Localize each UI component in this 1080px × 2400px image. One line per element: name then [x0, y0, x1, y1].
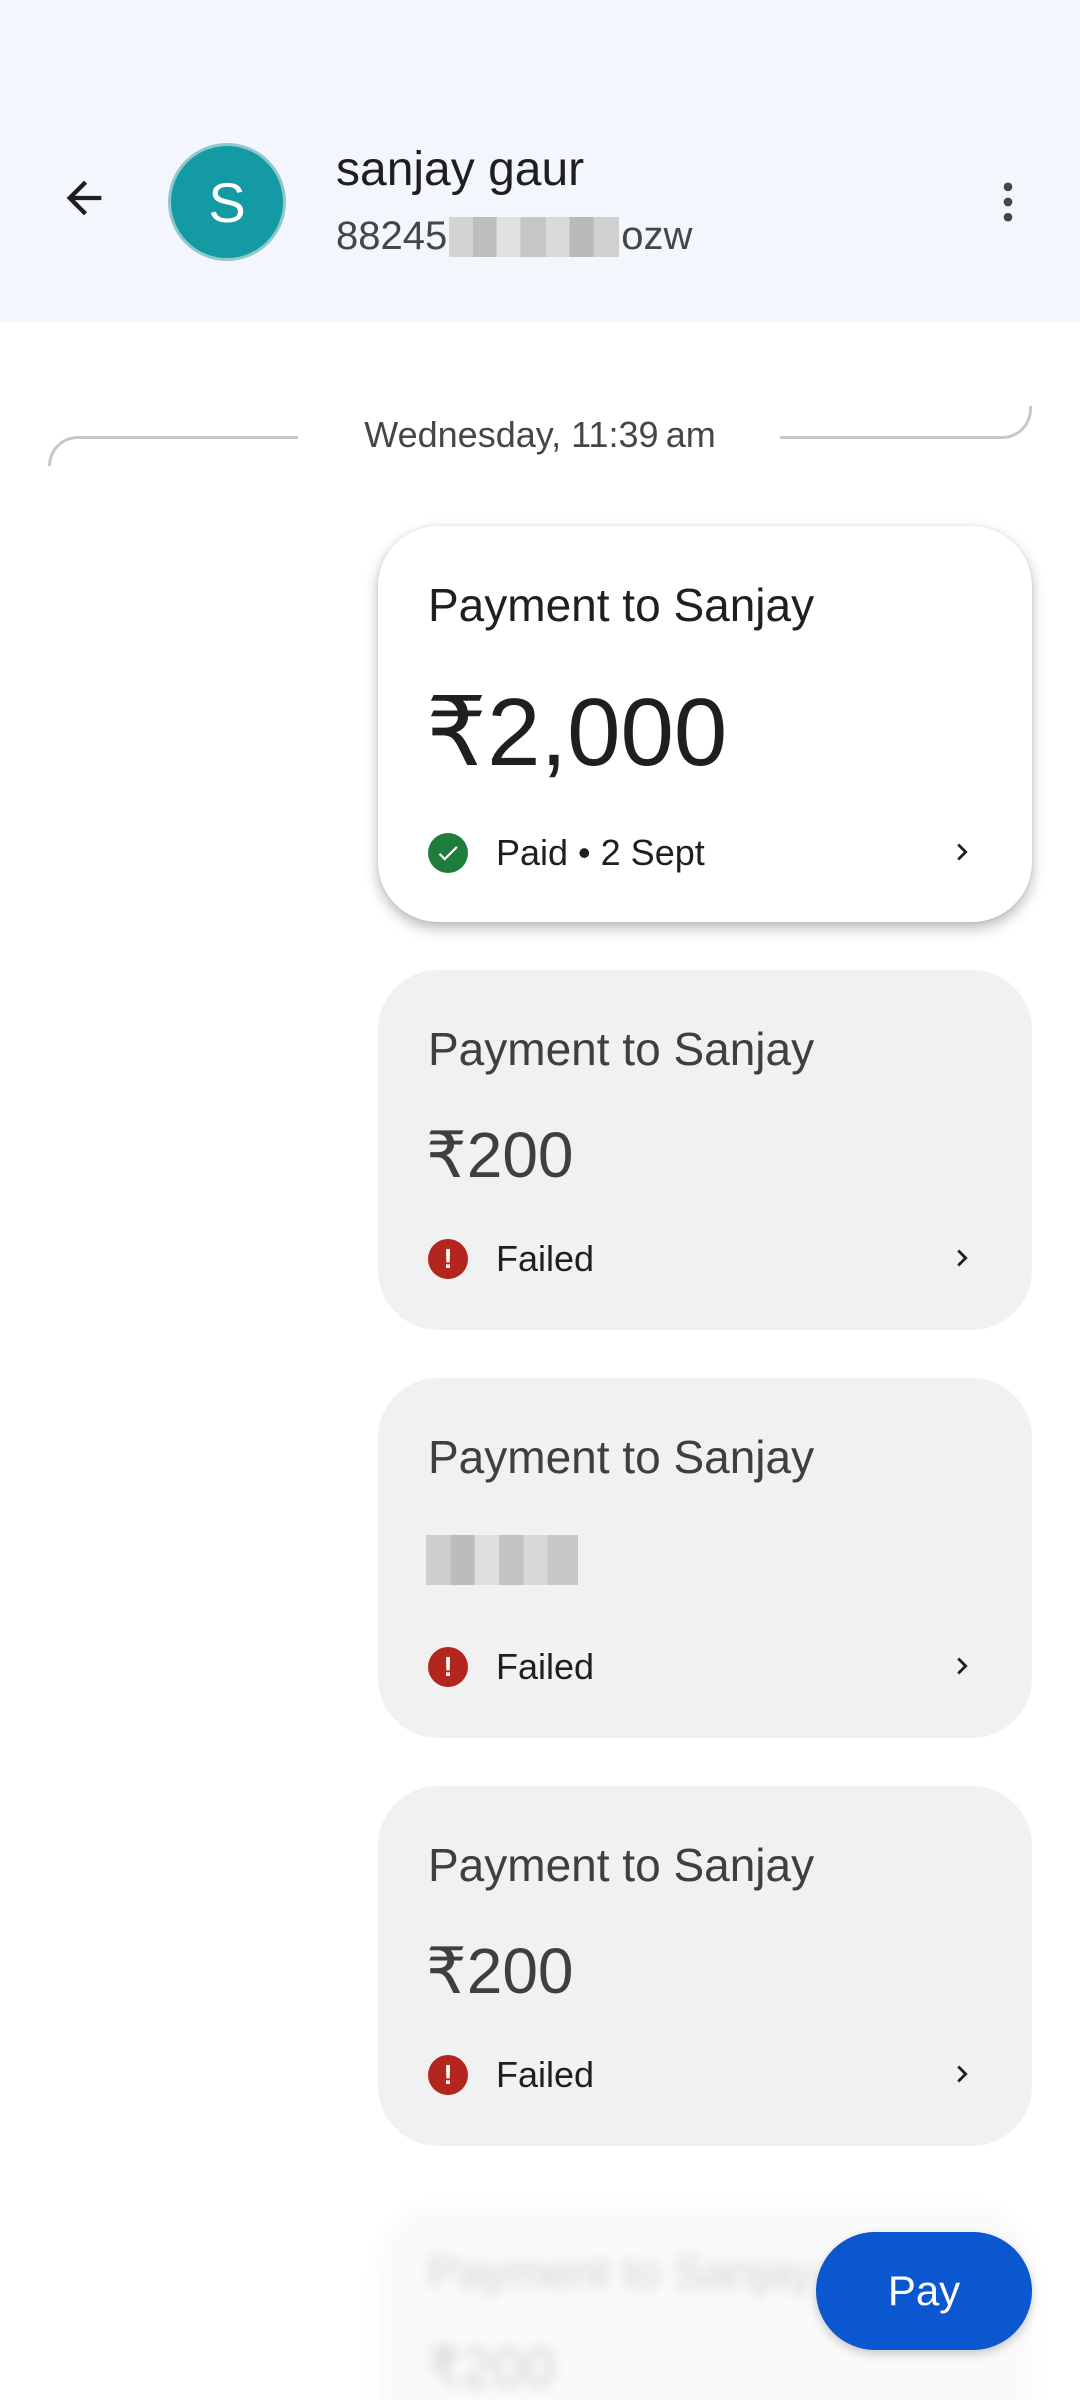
payment-title: Payment to Sanjay — [428, 2246, 815, 2298]
redacted-id-block — [449, 216, 620, 257]
payment-status-text: Paid • 2 Sept — [496, 832, 705, 873]
payment-card[interactable]: Payment to Sanjay ! Failed — [378, 1378, 1032, 1738]
error-circle-icon: ! — [428, 2055, 468, 2095]
payment-title: Payment to Sanjay — [428, 1023, 815, 1075]
payment-status-text: Failed — [496, 1238, 595, 1279]
payment-amount: ₹200 — [426, 1119, 574, 1191]
divider-line-right — [780, 406, 1032, 439]
payment-status: Paid • 2 Sept — [428, 832, 705, 874]
chevron-right-icon — [942, 1646, 982, 1686]
payment-status: ! Failed — [428, 1646, 594, 1688]
arrow-back-icon — [66, 180, 102, 216]
contact-id-suffix: ozw — [621, 214, 693, 258]
contact-id-prefix: 88245 — [336, 214, 448, 258]
contact-upi-id: 88245 ozw — [336, 214, 692, 259]
error-circle-icon: ! — [428, 1239, 468, 1279]
payment-title: Payment to Sanjay — [428, 1839, 815, 1891]
contact-header: S sanjay gaur 88245 ozw — [0, 0, 1080, 322]
payment-amount: ₹2,000 — [426, 679, 728, 786]
pay-button[interactable]: Pay — [816, 2232, 1032, 2350]
date-divider: Wednesday, 11:39 am — [0, 400, 1080, 480]
date-divider-text: Wednesday, 11:39 am — [364, 414, 716, 455]
payment-status-text: Failed — [496, 1646, 595, 1687]
back-button[interactable] — [44, 158, 124, 238]
chevron-right-icon — [942, 832, 982, 872]
payment-status-text: Failed — [496, 2054, 595, 2095]
payment-title: Payment to Sanjay — [428, 1431, 815, 1483]
contact-avatar[interactable]: S — [168, 143, 286, 261]
more-vert-icon — [1003, 182, 1013, 222]
contact-name[interactable]: sanjay gaur — [336, 142, 584, 197]
payment-card[interactable]: Payment to Sanjay ₹200 ! Failed — [378, 970, 1032, 1330]
payment-status: ! Failed — [428, 2054, 594, 2096]
payment-status: ! Failed — [428, 1238, 594, 1280]
divider-line-left — [48, 436, 298, 466]
chevron-right-icon — [942, 2054, 982, 2094]
payment-card[interactable]: Payment to Sanjay ₹2,000 Paid • 2 Sept — [378, 526, 1032, 922]
more-options-button[interactable] — [968, 162, 1048, 242]
avatar-initial: S — [208, 170, 246, 234]
conversation-screen: S sanjay gaur 88245 ozw Wednesday, 11:39… — [0, 0, 1080, 2400]
payment-amount: ₹200 — [426, 2336, 556, 2399]
redacted-amount-block — [426, 1535, 578, 1585]
error-circle-icon: ! — [428, 1647, 468, 1687]
payment-title: Payment to Sanjay — [428, 579, 815, 631]
chevron-right-icon — [942, 1238, 982, 1278]
payment-amount: ₹200 — [426, 1935, 574, 2007]
payment-amount — [426, 1526, 578, 1600]
check-circle-icon — [428, 833, 468, 873]
payment-card[interactable]: Payment to Sanjay ₹200 ! Failed — [378, 1786, 1032, 2146]
